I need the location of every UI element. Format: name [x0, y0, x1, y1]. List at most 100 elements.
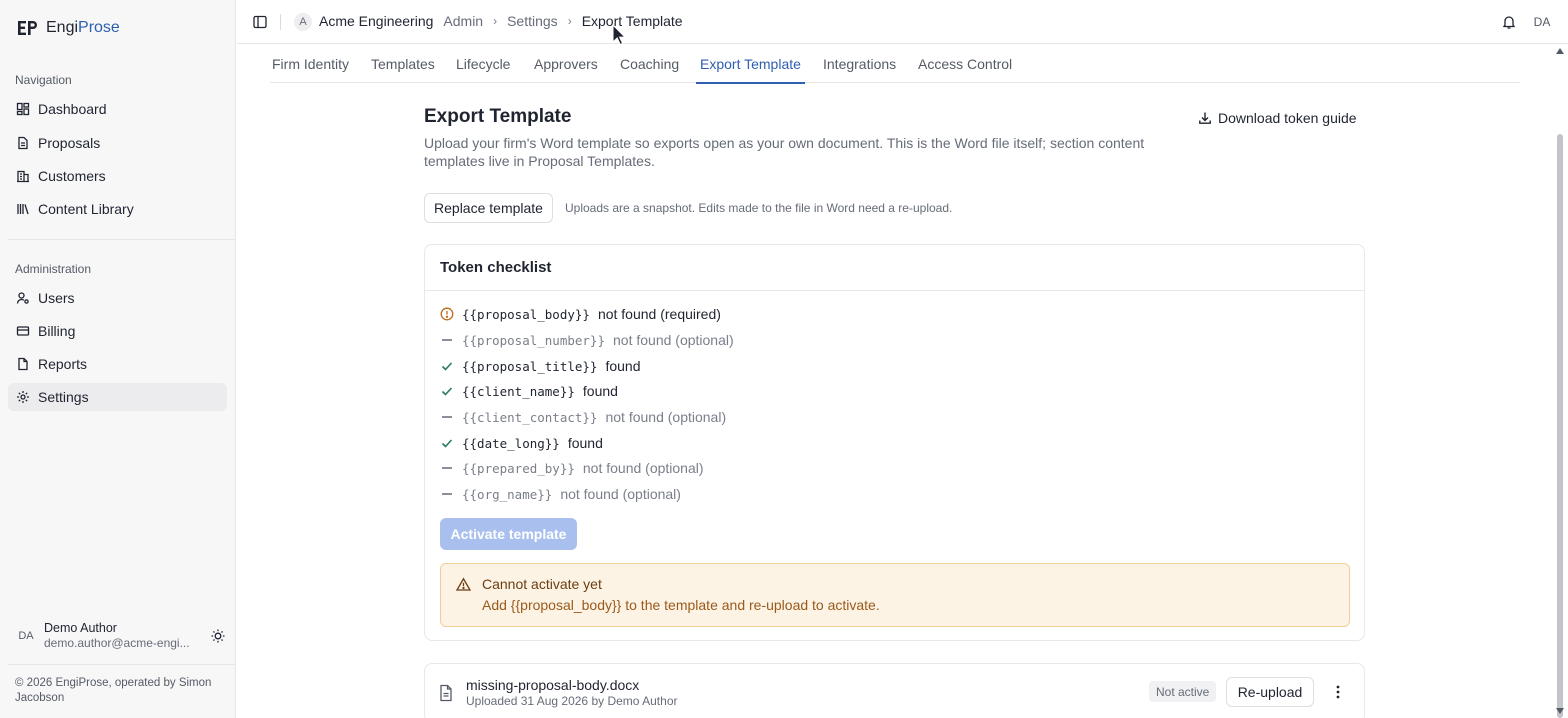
token-status: not found (optional): [605, 409, 727, 425]
token-name: {{org_name}}: [462, 486, 553, 502]
token-name: {{proposal_number}}: [462, 332, 605, 348]
user-cog-icon: [16, 292, 29, 304]
scroll-up-arrow-icon[interactable]: [1556, 48, 1564, 54]
page-description: Upload your firm's Word template so expo…: [424, 135, 1145, 169]
breadcrumb-admin[interactable]: Admin: [443, 13, 483, 29]
token-checklist-card: Token checklist {{proposal_body}} not fo…: [424, 244, 1365, 641]
sun-icon[interactable]: [210, 628, 226, 644]
sidebar-item-label: Proposals: [38, 135, 101, 151]
breadcrumb-org[interactable]: Acme Engineering: [319, 13, 433, 29]
token-status: found: [605, 358, 641, 374]
sidebar-item-label: Billing: [38, 323, 76, 339]
token-row-client-name: {{client_name}} found: [440, 381, 618, 401]
bell-icon[interactable]: [1501, 14, 1517, 30]
tab-access-control[interactable]: Access Control: [918, 44, 1012, 83]
token-status: not found (optional): [560, 486, 681, 502]
breadcrumb: Acme Engineering Admin › Settings › Expo…: [319, 13, 683, 29]
alert-circle-icon: [440, 307, 454, 321]
sidebar-item-content-library[interactable]: Content Library: [8, 195, 227, 223]
more-vertical-icon[interactable]: [1329, 683, 1347, 701]
token-name: {{proposal_body}}: [462, 306, 590, 322]
tab-lifecycle[interactable]: Lifecycle: [456, 44, 510, 83]
user-name: Demo Author: [44, 620, 117, 635]
page-title: Export Template: [424, 106, 572, 127]
brand[interactable]: EngiProse: [16, 18, 120, 38]
navigation-section-label: Navigation: [15, 73, 72, 87]
replace-template-button[interactable]: Replace template: [424, 193, 553, 223]
sidebar-item-label: Reports: [38, 356, 88, 372]
sidebar-item-settings[interactable]: Settings: [8, 383, 227, 411]
token-status: found: [582, 383, 618, 399]
token-name: {{prepared_by}}: [462, 460, 575, 476]
breadcrumb-settings[interactable]: Settings: [507, 13, 558, 29]
activate-template-button[interactable]: Activate template: [440, 518, 577, 550]
token-row-client-contact: {{client_contact}} not found (optional): [440, 407, 726, 427]
sidebar-toggle-icon[interactable]: [252, 14, 268, 30]
cannot-activate-alert: Cannot activate yet Add {{proposal_body}…: [440, 563, 1350, 627]
token-row-proposal-number: {{proposal_number}} not found (optional): [440, 330, 734, 350]
engiprose-logo-icon: [18, 21, 37, 35]
sidebar-item-proposals[interactable]: Proposals: [8, 129, 227, 157]
file-icon: [440, 684, 452, 702]
file-meta: Uploaded 31 Aug 2026 by Demo Author: [466, 694, 678, 708]
tab-integrations[interactable]: Integrations: [823, 44, 896, 83]
alert-title: Cannot activate yet: [482, 576, 602, 592]
download-icon: [1199, 112, 1211, 124]
sidebar-item-label: Users: [38, 290, 75, 306]
download-token-guide-button[interactable]: Download token guide: [1198, 110, 1357, 126]
credit-card-icon: [16, 326, 30, 336]
library-icon: [17, 204, 29, 215]
avatar: DA: [18, 630, 34, 642]
dash-icon: [440, 487, 454, 501]
sidebar: EngiProse Navigation Dashboard Proposals…: [0, 0, 236, 718]
sidebar-item-label: Content Library: [38, 201, 134, 217]
report-icon: [18, 357, 28, 371]
file-name: missing-proposal-body.docx: [466, 677, 640, 693]
tab-templates[interactable]: Templates: [371, 44, 435, 83]
alert-body: Add {{proposal_body}} to the template an…: [482, 597, 880, 613]
sidebar-item-billing[interactable]: Billing: [8, 317, 227, 345]
user-card[interactable]: DA Demo Author demo.author@acme-engi...: [16, 619, 226, 653]
avatar[interactable]: DA: [1531, 12, 1553, 32]
token-row-org-name: {{org_name}} not found (optional): [440, 484, 681, 504]
tab-approvers[interactable]: Approvers: [534, 44, 598, 83]
tab-firm-identity[interactable]: Firm Identity: [272, 44, 349, 83]
sidebar-item-customers[interactable]: Customers: [8, 162, 227, 190]
token-name: {{client_contact}}: [462, 409, 598, 425]
dashboard-icon: [16, 102, 30, 116]
token-status: not found (optional): [582, 460, 704, 476]
sidebar-item-reports[interactable]: Reports: [8, 350, 227, 378]
document-icon: [18, 136, 28, 150]
token-row-prepared-by: {{prepared_by}} not found (optional): [440, 458, 704, 478]
sidebar-item-users[interactable]: Users: [8, 284, 227, 312]
chevron-right-icon: ›: [567, 14, 572, 28]
tab-coaching[interactable]: Coaching: [620, 44, 679, 83]
token-name: {{date_long}}: [462, 435, 560, 451]
sidebar-item-label: Settings: [38, 389, 89, 405]
token-row-date-long: {{date_long}} found: [440, 433, 603, 453]
gear-icon: [17, 391, 29, 403]
dash-icon: [440, 333, 454, 347]
tab-export-template[interactable]: Export Template: [696, 44, 805, 84]
token-row-proposal-body: {{proposal_body}} not found (required): [440, 304, 721, 324]
dash-icon: [440, 410, 454, 424]
sidebar-item-dashboard[interactable]: Dashboard: [8, 95, 227, 123]
reupload-button[interactable]: Re-upload: [1226, 677, 1314, 707]
footer-copyright: © 2026 EngiProse, operated by Simon Jaco…: [15, 677, 212, 704]
scroll-thumb[interactable]: [1557, 134, 1563, 718]
token-status: not found (required): [597, 306, 721, 322]
check-icon: [440, 436, 454, 450]
settings-tabs: Firm Identity Templates Lifecycle Approv…: [270, 44, 1520, 84]
chevron-right-icon: ›: [493, 14, 498, 28]
sidebar-item-label: Dashboard: [38, 101, 107, 117]
user-email: demo.author@acme-engi...: [44, 636, 190, 651]
warning-triangle-icon: [456, 577, 471, 591]
breadcrumb-current: Export Template: [581, 13, 683, 29]
scroll-down-arrow-icon[interactable]: [1556, 708, 1564, 714]
page-scrollbar[interactable]: [1552, 44, 1568, 718]
brand-name: EngiProse: [46, 19, 120, 36]
org-avatar: A: [294, 13, 312, 31]
sidebar-divider: [8, 664, 235, 665]
mouse-cursor-icon: [612, 24, 626, 46]
token-checklist-title: Token checklist: [425, 245, 1364, 291]
